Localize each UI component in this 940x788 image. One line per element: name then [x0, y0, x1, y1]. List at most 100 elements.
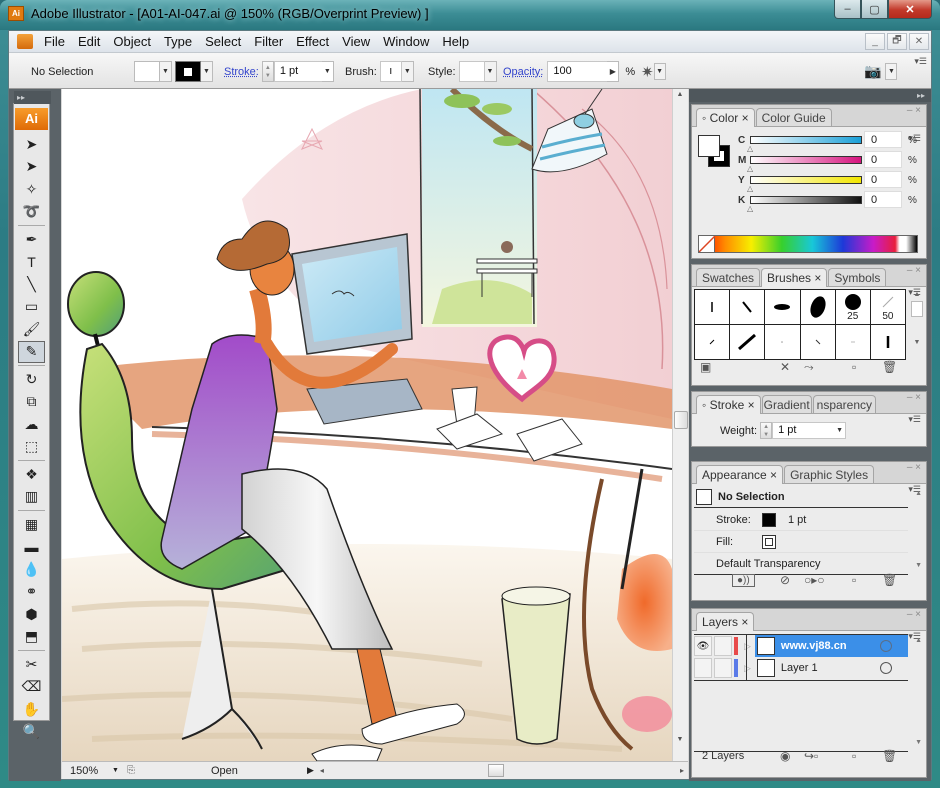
live-paint-bucket-tool[interactable]: ⬢	[14, 603, 49, 626]
menu-type[interactable]: Type	[159, 34, 200, 49]
brush-swatch[interactable]	[695, 325, 731, 360]
direct-selection-tool[interactable]: ➤	[14, 156, 49, 179]
control-panel-menu-icon[interactable]: ▾☰	[914, 56, 927, 67]
status-menu-arrow-icon[interactable]: ▶	[307, 765, 314, 776]
fill-swatch[interactable]	[762, 534, 776, 549]
brush-options-icon[interactable]: ⤳	[804, 360, 814, 375]
panel-minimize-close-icon[interactable]: – ×	[907, 265, 921, 276]
tab-gradient[interactable]: Gradient	[761, 395, 812, 413]
target-circle-icon[interactable]	[880, 640, 892, 652]
artboard-canvas[interactable]	[62, 89, 672, 761]
scroll-up-icon[interactable]: ▲	[910, 291, 924, 298]
weight-input[interactable]: 1 pt	[772, 422, 835, 439]
target-circle-icon[interactable]	[880, 662, 892, 674]
channel-value-input[interactable]: 0	[864, 191, 902, 208]
stroke-weight-stepper[interactable]: ▲ ▼	[261, 61, 274, 82]
stroke-swatch[interactable]	[175, 61, 201, 82]
new-art-basic-appearance-icon[interactable]: ●))	[732, 573, 755, 587]
pen-tool[interactable]: ✒	[14, 228, 49, 251]
menu-help[interactable]: Help	[437, 34, 477, 49]
channel-value-input[interactable]: 0	[864, 171, 902, 188]
document-minimize-button[interactable]: _	[865, 33, 885, 50]
magic-wand-tool[interactable]: ✧	[14, 178, 49, 201]
tab-transparency[interactable]: nsparency	[812, 395, 877, 413]
tab-swatches[interactable]: Swatches	[696, 268, 761, 286]
free-transform-tool[interactable]: ⬚	[14, 436, 49, 459]
channel-value-input[interactable]: 0	[864, 131, 902, 148]
brushes-scrollbar[interactable]: ▲ ▼	[910, 291, 924, 359]
layer-row[interactable]: 👁 ▷ www.vj88.cn	[694, 635, 908, 657]
stroke-weight-input[interactable]: 1 pt	[273, 61, 322, 82]
scroll-down-icon[interactable]: ▼	[673, 736, 687, 743]
version-cue-icon[interactable]: ⎘	[127, 765, 135, 776]
fill-color-picker[interactable]: ▼	[134, 61, 172, 82]
opacity-input[interactable]: 100	[547, 61, 608, 82]
lock-toggle[interactable]	[714, 658, 732, 678]
document-menu-icon[interactable]	[17, 34, 33, 49]
channel-slider[interactable]: △	[747, 176, 862, 193]
fill-dropdown-icon[interactable]: ▼	[160, 61, 172, 82]
selection-tool[interactable]: ➤	[14, 133, 49, 156]
paintbrush-tool[interactable]: 🖌	[14, 318, 49, 341]
pencil-tool[interactable]: ✎	[18, 340, 45, 363]
tab-stroke[interactable]: ◦ Stroke ×	[696, 395, 761, 414]
remove-brush-stroke-icon[interactable]: ✕	[780, 360, 790, 374]
eye-visibility-icon[interactable]: 👁	[694, 636, 712, 656]
slider-thumb-icon[interactable]: △	[747, 144, 753, 153]
menu-file[interactable]: File	[39, 34, 73, 49]
tab-color-guide[interactable]: Color Guide	[755, 108, 832, 126]
stroke-link[interactable]: Stroke:	[224, 66, 259, 78]
panel-minimize-close-icon[interactable]: – ×	[907, 105, 921, 116]
brush-swatch[interactable]	[765, 290, 801, 325]
scroll-right-icon[interactable]: ▸	[680, 766, 684, 775]
document-close-button[interactable]: ✕	[909, 33, 929, 50]
brush-swatch[interactable]	[730, 290, 766, 325]
window-maximize-button[interactable]: ▢	[861, 0, 888, 19]
scroll-up-icon[interactable]: ▲	[673, 91, 687, 98]
new-brush-icon[interactable]: ▫	[852, 360, 856, 374]
slider-thumb-icon[interactable]: △	[747, 184, 753, 193]
hand-tool[interactable]: ✋	[14, 698, 49, 721]
tab-symbols[interactable]: Symbols	[828, 268, 887, 286]
appearance-transparency-row[interactable]: Default Transparency	[694, 553, 908, 575]
scroll-down-icon[interactable]: ▼	[915, 739, 922, 746]
appearance-target[interactable]: No Selection	[694, 486, 908, 508]
scale-tool[interactable]: ⧉	[14, 391, 49, 414]
tab-graphic-styles[interactable]: Graphic Styles	[784, 465, 875, 483]
tab-brushes[interactable]: Brushes ×	[761, 268, 828, 287]
layer-name-cell[interactable]: Layer 1	[755, 657, 908, 679]
line-segment-tool[interactable]: ╲	[14, 273, 49, 296]
slice-tool[interactable]: ✂	[14, 653, 49, 676]
panel-minimize-close-icon[interactable]: – ×	[907, 462, 921, 473]
zoom-tool[interactable]: 🔍	[14, 721, 49, 744]
style-dropdown-icon[interactable]: ▼	[484, 61, 497, 82]
brush-swatch[interactable]	[800, 290, 836, 325]
vertical-scroll-thumb[interactable]	[674, 411, 688, 429]
slider-thumb-icon[interactable]: △	[747, 164, 753, 173]
rotate-tool[interactable]: ↻	[14, 368, 49, 391]
warp-tool[interactable]: ☁	[14, 413, 49, 436]
menu-effect[interactable]: Effect	[291, 34, 337, 49]
brush-swatch[interactable]	[730, 325, 766, 360]
window-close-button[interactable]: ✕	[888, 0, 932, 19]
brush-libraries-menu-icon[interactable]: ▣	[700, 360, 711, 374]
brush-swatch[interactable]	[695, 290, 731, 325]
channel-slider[interactable]: △	[747, 196, 862, 213]
isolate-group-icon[interactable]: ✷	[641, 63, 654, 81]
stroke-color-picker[interactable]: ▼	[175, 61, 213, 82]
horizontal-scroll-thumb[interactable]	[488, 764, 504, 777]
weight-dropdown-icon[interactable]: ▼	[834, 422, 847, 439]
tab-color[interactable]: ◦ Color ×	[696, 108, 755, 127]
panel-minimize-close-icon[interactable]: – ×	[907, 609, 921, 620]
blend-tool[interactable]: ⚭	[14, 581, 49, 604]
fill-swatch[interactable]	[134, 61, 160, 82]
menu-select[interactable]: Select	[200, 34, 249, 49]
stroke-swatch[interactable]	[762, 512, 776, 527]
clear-appearance-icon[interactable]: ⊘	[780, 573, 790, 587]
brush-dropdown-icon[interactable]: ▼	[401, 61, 414, 82]
eraser-tool[interactable]: ⌫	[14, 676, 49, 699]
menu-filter[interactable]: Filter	[249, 34, 291, 49]
layer-name-cell[interactable]: www.vj88.cn	[754, 635, 908, 657]
layer-row[interactable]: ▷ Layer 1	[694, 657, 908, 679]
zoom-dropdown-icon[interactable]: ▼	[112, 767, 119, 774]
